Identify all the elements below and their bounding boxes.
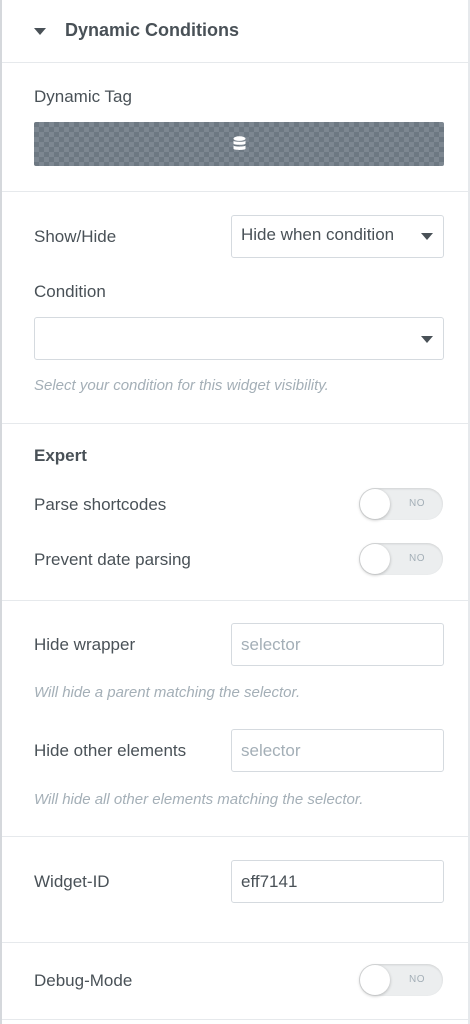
- toggle-knob: [360, 965, 390, 995]
- section-title: Dynamic Conditions: [65, 20, 240, 40]
- condition-label: Condition: [34, 282, 106, 301]
- expert-heading: Expert: [34, 446, 87, 465]
- widget-id-value: eff7141: [241, 872, 298, 891]
- divider: [2, 62, 468, 63]
- toggle-state-text: NO: [409, 974, 425, 985]
- prevent-date-parsing-label: Prevent date parsing: [34, 550, 191, 569]
- hide-wrapper-placeholder: selector: [241, 635, 301, 654]
- show-hide-value: Hide when condition: [241, 225, 395, 244]
- show-hide-label: Show/Hide: [34, 227, 117, 246]
- parse-shortcodes-label: Parse shortcodes: [34, 495, 167, 514]
- hide-wrapper-input[interactable]: selector: [231, 623, 444, 666]
- section-header-dynamic-conditions[interactable]: Dynamic Conditions: [0, 0, 470, 62]
- chevron-down-icon: [421, 233, 433, 240]
- divider: [2, 942, 468, 943]
- condition-help-text: Select your condition for this widget vi…: [34, 377, 329, 394]
- widget-id-input[interactable]: eff7141: [231, 860, 444, 903]
- divider: [2, 423, 468, 424]
- condition-select[interactable]: [34, 317, 444, 360]
- toggle-state-text: NO: [409, 553, 425, 564]
- hide-wrapper-help-text: Will hide a parent matching the selector…: [34, 684, 301, 701]
- show-hide-select[interactable]: Hide when condition: [231, 215, 444, 258]
- toggle-knob: [360, 489, 390, 519]
- widget-id-label: Widget-ID: [34, 872, 110, 891]
- dynamic-tag-label: Dynamic Tag: [34, 87, 132, 106]
- hide-wrapper-label: Hide wrapper: [34, 635, 136, 654]
- hide-other-elements-help-text: Will hide all other elements matching th…: [34, 791, 364, 808]
- chevron-down-icon: [421, 336, 433, 343]
- divider: [2, 191, 468, 192]
- prevent-date-parsing-toggle[interactable]: NO: [359, 543, 443, 575]
- panel-left-border: [0, 0, 2, 1024]
- hide-other-elements-label: Hide other elements: [34, 741, 187, 760]
- divider: [2, 1019, 468, 1020]
- hide-other-elements-placeholder: selector: [241, 741, 301, 760]
- toggle-knob: [360, 544, 390, 574]
- hide-other-elements-input[interactable]: selector: [231, 729, 444, 772]
- caret-down-icon: [34, 28, 46, 35]
- database-icon: [233, 136, 246, 150]
- dynamic-tag-button[interactable]: [34, 122, 444, 166]
- debug-mode-label: Debug-Mode: [34, 971, 133, 990]
- debug-mode-toggle[interactable]: NO: [359, 964, 443, 996]
- divider: [2, 600, 468, 601]
- parse-shortcodes-toggle[interactable]: NO: [359, 488, 443, 520]
- toggle-state-text: NO: [409, 498, 425, 509]
- divider: [2, 836, 468, 837]
